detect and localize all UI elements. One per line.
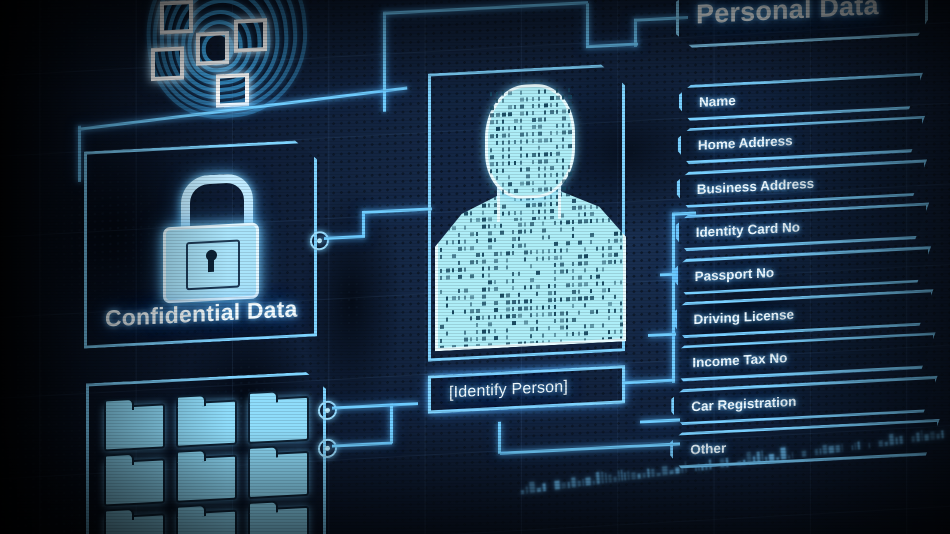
trace-folder-1: [332, 402, 418, 410]
folder-icon[interactable]: [176, 455, 237, 503]
field-row-home-address[interactable]: Home Address: [678, 116, 925, 165]
trace-id-out: [623, 379, 675, 385]
padlock-keyhole: [206, 250, 217, 262]
field-row-name[interactable]: Name: [679, 73, 923, 122]
folder-icon[interactable]: [176, 400, 237, 448]
trace-fp-right-vert: [383, 12, 386, 112]
field-label: Passport No: [695, 265, 775, 284]
trace-person-top2: [586, 43, 638, 49]
folder-icon[interactable]: [176, 510, 237, 534]
field-label: Name: [699, 93, 736, 110]
fingerprint-marker: [160, 0, 193, 35]
node-folders-1: [318, 400, 337, 420]
field-row-driving-license[interactable]: Driving License: [674, 289, 934, 339]
fingerprint-marker: [216, 73, 249, 108]
hud-plane: Personal Data Name Home Address Business A…: [0, 0, 950, 534]
trace-person-top: [586, 3, 589, 47]
field-row-income-tax-no[interactable]: Income Tax No: [672, 332, 935, 382]
padlock-body: [163, 222, 259, 303]
field-row-car-registration[interactable]: Car Registration: [671, 376, 937, 426]
folder-icon[interactable]: [104, 458, 165, 506]
trace-fp-top: [383, 1, 588, 15]
field-row-business-address[interactable]: Business Address: [677, 159, 927, 208]
person-silhouette-icon: [435, 80, 620, 352]
padlock-icon: [163, 173, 253, 298]
field-label: Identity Card No: [696, 220, 800, 240]
silhouette-head: [485, 82, 575, 201]
trace-folder-2: [332, 441, 392, 447]
field-label: Driving License: [694, 307, 795, 327]
trace-conf-3: [362, 207, 432, 214]
trace-bottom-riser: [498, 422, 501, 454]
screen: Personal Data Name Home Address Business A…: [0, 0, 950, 534]
folder-icon[interactable]: [104, 403, 165, 451]
trace-person-top3: [634, 19, 637, 47]
folder-icon[interactable]: [104, 513, 165, 534]
trace-id-spine: [672, 213, 675, 383]
fingerprint-marker: [234, 18, 267, 53]
field-label: Home Address: [698, 133, 793, 153]
node-folders-2: [318, 438, 337, 458]
folder-icon[interactable]: [248, 451, 309, 499]
trace-fp-left: [78, 126, 81, 182]
fingerprint-marker: [196, 31, 229, 66]
folder-icon[interactable]: [248, 396, 309, 444]
field-label: Income Tax No: [692, 351, 787, 371]
trace-folder-3: [390, 403, 393, 443]
field-row-identity-card-no[interactable]: Identity Card No: [676, 202, 930, 251]
node-confidential: [310, 231, 329, 251]
trace-conf-2: [362, 211, 365, 238]
trace-conf-1: [324, 235, 364, 240]
folder-icon[interactable]: [248, 506, 309, 534]
field-row-passport-no[interactable]: Passport No: [675, 246, 932, 295]
trace-id-branch-d: [640, 418, 680, 423]
field-label: Car Registration: [691, 394, 796, 415]
fingerprint-marker: [151, 46, 184, 81]
field-label: Business Address: [697, 176, 814, 197]
trace-bottom-rail: [500, 442, 680, 454]
